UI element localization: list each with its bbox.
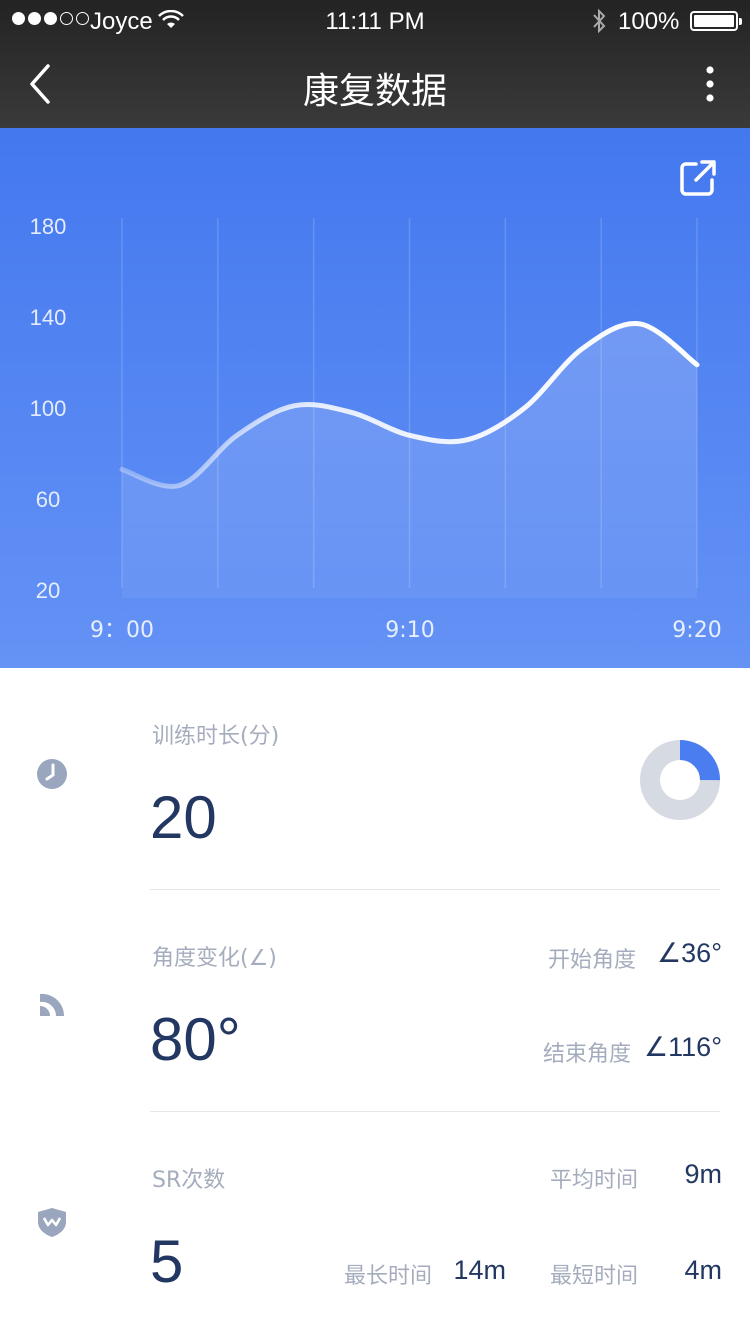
start-angle-value: ∠36°: [656, 938, 722, 968]
angle-label: 角度变化(∠): [152, 946, 277, 971]
more-options-icon[interactable]: [690, 64, 730, 108]
header: Joyce 11:11 PM 100% 康复数据: [0, 0, 750, 128]
shield-icon: [38, 1208, 66, 1237]
x-tick-label: 9：00: [90, 618, 154, 643]
avg-time-value: 9m: [684, 1159, 722, 1189]
y-tick-label: 140: [30, 305, 67, 330]
status-bar: Joyce 11:11 PM 100%: [0, 0, 750, 40]
start-angle-label: 开始角度: [548, 948, 637, 973]
y-tick-label: 100: [30, 396, 67, 421]
training-label: 训练时长(分): [152, 724, 280, 749]
x-tick-label: 9:10: [385, 618, 434, 643]
signal-arc-icon: [40, 993, 65, 1016]
sr-value: 5: [150, 1228, 184, 1295]
training-section: 训练时长(分) 20: [0, 668, 750, 890]
end-angle-value: ∠116°: [643, 1032, 722, 1062]
page-title: 康复数据: [302, 71, 447, 112]
y-tick-label: 180: [30, 214, 67, 239]
x-tick-label: 9:20: [672, 618, 721, 643]
line-chart: 180 140 100 60 20 9：00 9:10 9:20: [30, 214, 722, 643]
angle-value: 80°: [150, 1006, 241, 1073]
y-tick-label: 60: [36, 487, 60, 512]
training-progress-ring: [640, 740, 720, 820]
training-value: 20: [150, 784, 217, 851]
battery-icon: [690, 11, 742, 31]
bluetooth-icon: [593, 8, 606, 34]
max-time-value: 14m: [453, 1255, 506, 1285]
sr-label: SR次数: [152, 1168, 226, 1193]
min-time-value: 4m: [684, 1255, 722, 1285]
battery-percent: 100%: [618, 8, 680, 35]
chart-panel: 180 140 100 60 20 9：00 9:10 9:20: [0, 128, 750, 668]
end-angle-label: 结束角度: [543, 1042, 632, 1067]
stats-panel: 训练时长(分) 20 角度变化(∠) 80° 开始角度 ∠36° 结束角度 ∠1…: [0, 668, 750, 1334]
sr-section: SR次数 5 平均时间 9m 最长时间 14m 最短时间 4m: [0, 1112, 750, 1334]
y-tick-label: 20: [36, 578, 60, 603]
clock-icon: [37, 759, 67, 789]
nav-bar: 康复数据: [0, 40, 750, 128]
avg-time-label: 平均时间: [550, 1168, 639, 1193]
max-time-label: 最长时间: [344, 1264, 433, 1289]
angle-section: 角度变化(∠) 80° 开始角度 ∠36° 结束角度 ∠116°: [0, 890, 750, 1112]
min-time-label: 最短时间: [550, 1264, 639, 1289]
